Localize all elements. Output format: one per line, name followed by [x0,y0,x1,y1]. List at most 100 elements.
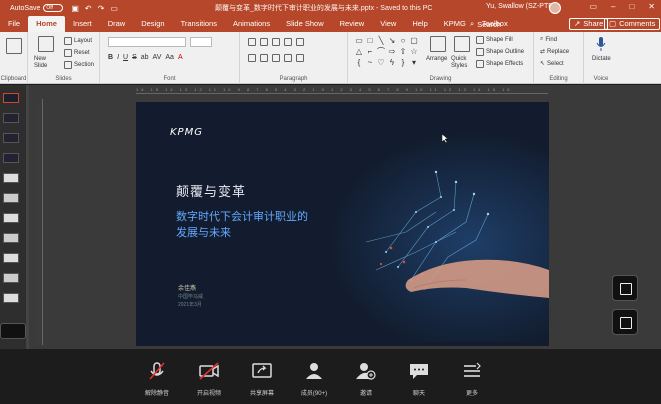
italic-button[interactable]: I [117,54,119,61]
slide-author-org[interactable]: 中国毕马威 [178,293,203,300]
font-size-field[interactable] [190,37,212,47]
share-screen-button[interactable]: 共享屏幕 [242,361,282,397]
thumbnail-slide-9[interactable] [3,253,19,263]
rectangle-shape-icon[interactable]: ▭ [354,36,364,46]
shape-outline-button[interactable]: Shape Outline [476,48,524,56]
start-video-button[interactable]: 开启视频 [189,361,229,397]
user-name[interactable]: Yu, Swallow (SZ-PTR) [486,3,556,10]
close-icon[interactable]: ✕ [648,2,655,11]
comments-button[interactable]: ▢ Comments [604,18,661,30]
arrow-shape-icon[interactable]: ↘ [387,36,397,46]
decrease-indent-icon[interactable] [272,38,280,46]
layout-button[interactable]: Layout [64,37,92,45]
slide-date[interactable]: 2021年3月 [178,301,202,308]
star-shape-icon[interactable]: ☆ [409,47,419,57]
new-slide-button[interactable]: New Slide [34,56,58,70]
view-switch-button[interactable] [612,309,638,335]
slide-author[interactable]: 余佳燕 [178,283,196,292]
redo-icon[interactable]: ↷ [98,4,105,13]
ribbon-display-icon[interactable]: ▭ [589,2,597,11]
tab-transitions[interactable]: Transitions [173,16,225,32]
autosave[interactable]: AutoSave Off [10,4,64,12]
shapes-gallery[interactable]: ▭ □ ╲ ↘ ○ ▢ △ ⌐ ⌒ ⇨ ⇧ ☆ {~ ♡ ϟ} ▾ [354,36,418,70]
spacing-button[interactable]: AV [153,54,162,61]
triangle-shape-icon[interactable]: △ [354,47,364,57]
align-center-icon[interactable] [260,54,268,62]
shape-fill-button[interactable]: Shape Fill [476,36,513,44]
change-case-button[interactable]: Aa [165,54,174,61]
tab-home[interactable]: Home [28,16,65,32]
align-right-icon[interactable] [272,54,280,62]
slide[interactable]: KPMG 颠覆与变革 数字时代下会计审计职业的 发展与未来 余佳燕 中国毕马威 … [136,102,549,346]
unmute-button[interactable]: 解除静音 [137,361,177,397]
undo-icon[interactable]: ↶ [85,4,92,13]
tab-help[interactable]: Help [404,16,435,32]
minimize-icon[interactable]: – [611,2,615,11]
tab-kpmg[interactable]: KPMG [436,16,474,32]
tab-file[interactable]: File [0,16,28,32]
more-button[interactable]: 更多 [452,361,492,397]
curve-shape-icon[interactable]: ⌒ [376,47,386,57]
tab-draw[interactable]: Draw [100,16,134,32]
swirl-shape-icon[interactable]: ~ [365,58,375,68]
brace-shape-icon[interactable]: { [354,58,364,68]
dictate-button[interactable]: Dictate [592,56,611,62]
tab-insert[interactable]: Insert [65,16,100,32]
maximize-icon[interactable]: □ [629,2,634,11]
shape-effects-button[interactable]: Shape Effects [476,60,523,68]
chat-button[interactable]: 聊天 [399,361,439,397]
thumbnail-scrollbar[interactable] [26,85,29,349]
thumbnail-slide-2[interactable] [3,113,19,123]
heart-shape-icon[interactable]: ♡ [376,58,386,68]
square-shape-icon[interactable]: ▢ [409,36,419,46]
new-slide-icon[interactable] [38,36,54,52]
present-icon[interactable]: ▭ [110,4,118,13]
thumbnail-slide-7[interactable] [3,213,19,223]
line-spacing-icon[interactable] [296,38,304,46]
share-button[interactable]: ↗ Share [569,18,609,30]
reset-button[interactable]: Reset [64,49,90,57]
quick-styles-button[interactable]: Quick Styles [451,56,471,70]
arrange-button[interactable]: Arrange [426,56,447,62]
avatar[interactable] [549,2,561,14]
font-name-field[interactable] [108,37,186,47]
numbering-icon[interactable] [260,38,268,46]
right-arrow-shape-icon[interactable]: ⇨ [387,47,397,57]
quick-styles-icon[interactable] [454,36,470,52]
participants-button[interactable]: 成员(90+) [294,361,334,397]
replace-button[interactable]: ⇄ Replace [540,48,569,56]
tab-review[interactable]: Review [332,16,373,32]
thumbnail-slide-4[interactable] [3,153,19,163]
shadow-button[interactable]: ab [141,54,149,61]
align-left-icon[interactable] [248,54,256,62]
slide-subtitle-line-1[interactable]: 数字时代下会计审计职业的 [176,208,308,224]
line2-shape-icon[interactable]: ⌐ [365,47,375,57]
side-panel-button[interactable] [0,323,26,339]
brace2-shape-icon[interactable]: } [398,58,408,68]
underline-button[interactable]: U [123,54,128,61]
arrange-icon[interactable] [430,36,446,52]
thumbnail-slide-6[interactable] [3,193,19,203]
find-button[interactable]: ⌕ Find [540,36,557,43]
save-icon[interactable]: ▣ [71,4,79,13]
thumbnail-slide-3[interactable] [3,133,19,143]
slide-subtitle-line-2[interactable]: 发展与未来 [176,224,231,240]
increase-indent-icon[interactable] [284,38,292,46]
more-shapes-icon[interactable]: ▾ [409,58,419,68]
search-box[interactable]: ⌕ Search [470,19,501,29]
tab-view[interactable]: View [372,16,404,32]
thumbnail-slide-8[interactable] [3,233,19,243]
font-color-button[interactable]: A [178,54,183,61]
section-button[interactable]: Section [64,61,94,69]
line-shape-icon[interactable]: ╲ [376,36,386,46]
thumbnail-slide-10[interactable] [3,273,19,283]
up-arrow-shape-icon[interactable]: ⇧ [398,47,408,57]
strikethrough-button[interactable]: S [132,54,137,61]
annotate-button[interactable] [612,275,638,301]
select-button[interactable]: ↖ Select [540,60,564,68]
autosave-toggle[interactable]: Off [43,4,64,12]
oval-shape-icon[interactable]: ○ [398,36,408,46]
bold-button[interactable]: B [108,54,113,61]
invite-button[interactable]: 邀请 [346,361,386,397]
tab-design[interactable]: Design [133,16,172,32]
